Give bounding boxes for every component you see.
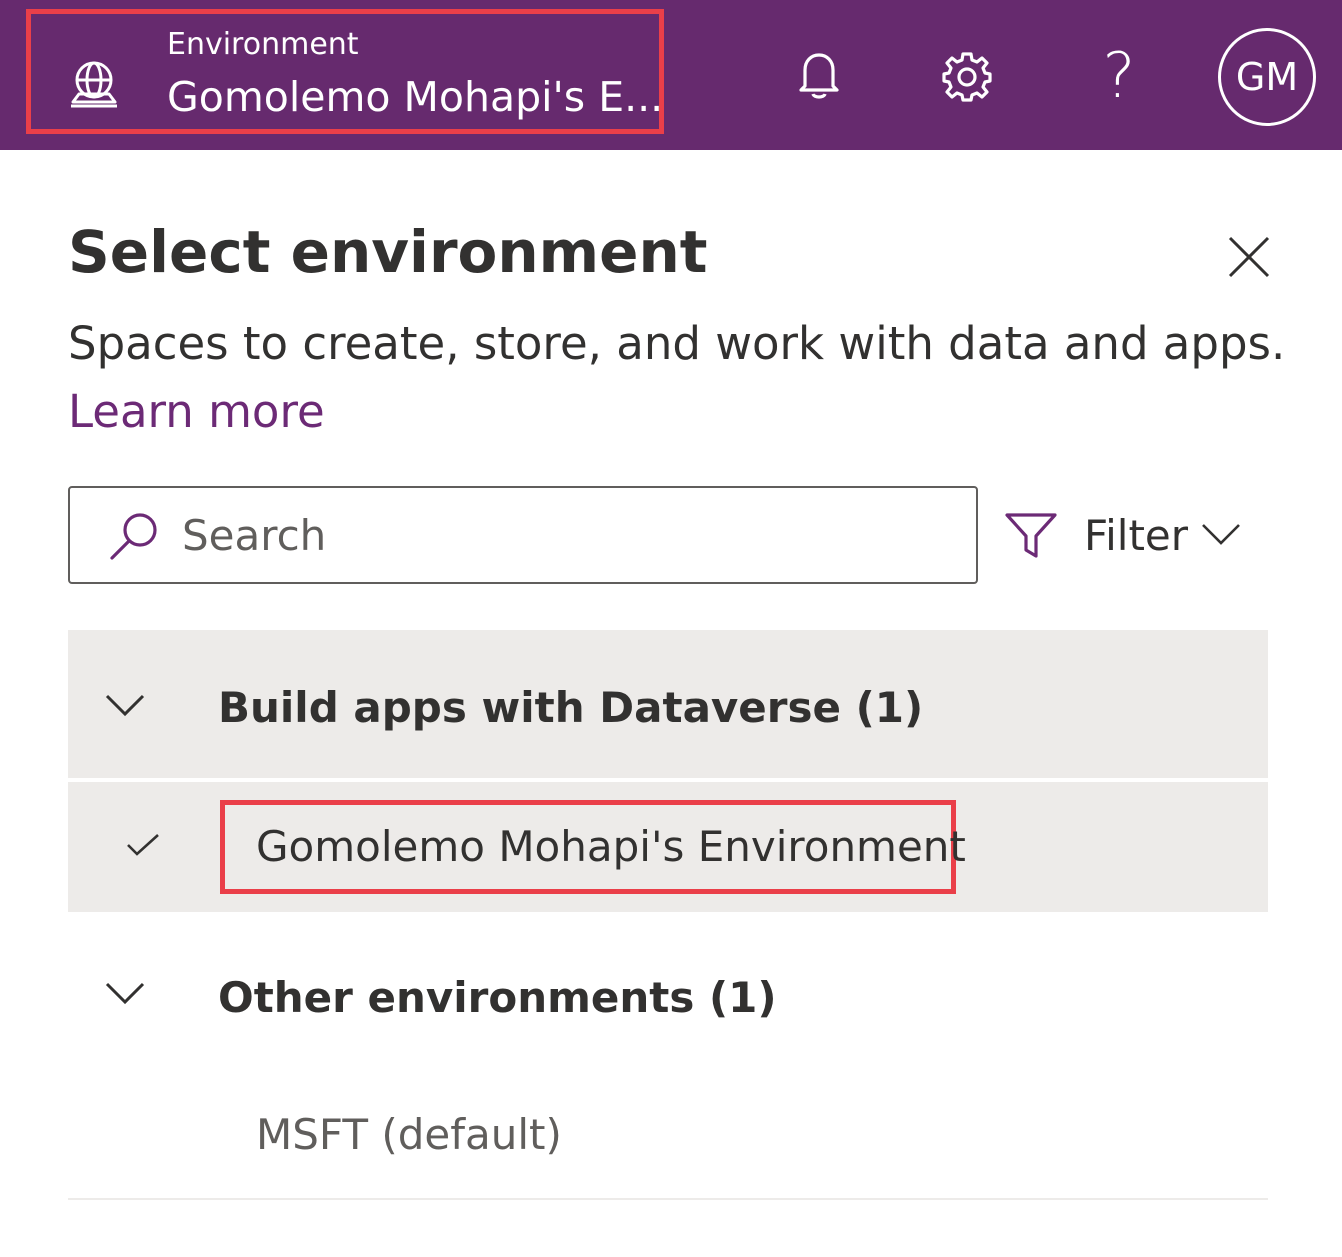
learn-more-link[interactable]: Learn more — [68, 384, 325, 440]
panel-description: Spaces to create, store, and work with d… — [68, 317, 1286, 370]
list-divider — [68, 1198, 1268, 1200]
help-icon[interactable]: ? — [1096, 42, 1142, 110]
chevron-down-icon — [105, 982, 145, 1005]
search-icon — [110, 513, 157, 560]
chevron-down-icon — [105, 694, 145, 717]
environment-name: Gomolemo Mohapi's E... — [167, 73, 664, 121]
environment-item-label: MSFT (default) — [256, 1110, 562, 1159]
environment-switcher[interactable]: Environment Gomolemo Mohapi's E... — [26, 9, 664, 134]
environment-label: Environment — [167, 27, 359, 62]
bell-icon[interactable] — [795, 50, 843, 102]
row-divider — [68, 778, 1268, 781]
group-header-other[interactable]: Other environments (1) — [68, 918, 1268, 1066]
search-box[interactable] — [68, 486, 978, 584]
environment-item-label: Gomolemo Mohapi's Environment — [256, 822, 966, 871]
group-title: Build apps with Dataverse (1) — [218, 683, 924, 732]
search-input[interactable] — [182, 506, 942, 564]
chevron-down-icon — [1202, 524, 1240, 545]
user-avatar[interactable]: GM — [1218, 28, 1316, 126]
top-bar: Environment Gomolemo Mohapi's E... ? GM — [0, 0, 1342, 150]
checkmark-icon — [127, 834, 159, 856]
group-header-dataverse[interactable]: Build apps with Dataverse (1) — [68, 630, 1268, 778]
filter-icon — [1005, 513, 1057, 558]
globe-icon — [71, 61, 117, 108]
close-icon[interactable] — [1226, 234, 1272, 280]
filter-button[interactable]: Filter — [1004, 500, 1254, 572]
group-title: Other environments (1) — [218, 973, 777, 1022]
environment-item-msft[interactable]: MSFT (default) — [68, 1072, 1268, 1202]
filter-label: Filter — [1084, 511, 1189, 560]
panel-title: Select environment — [68, 218, 708, 286]
environment-item-gomolemo[interactable]: Gomolemo Mohapi's Environment — [68, 782, 1268, 912]
gear-icon[interactable] — [940, 50, 994, 104]
